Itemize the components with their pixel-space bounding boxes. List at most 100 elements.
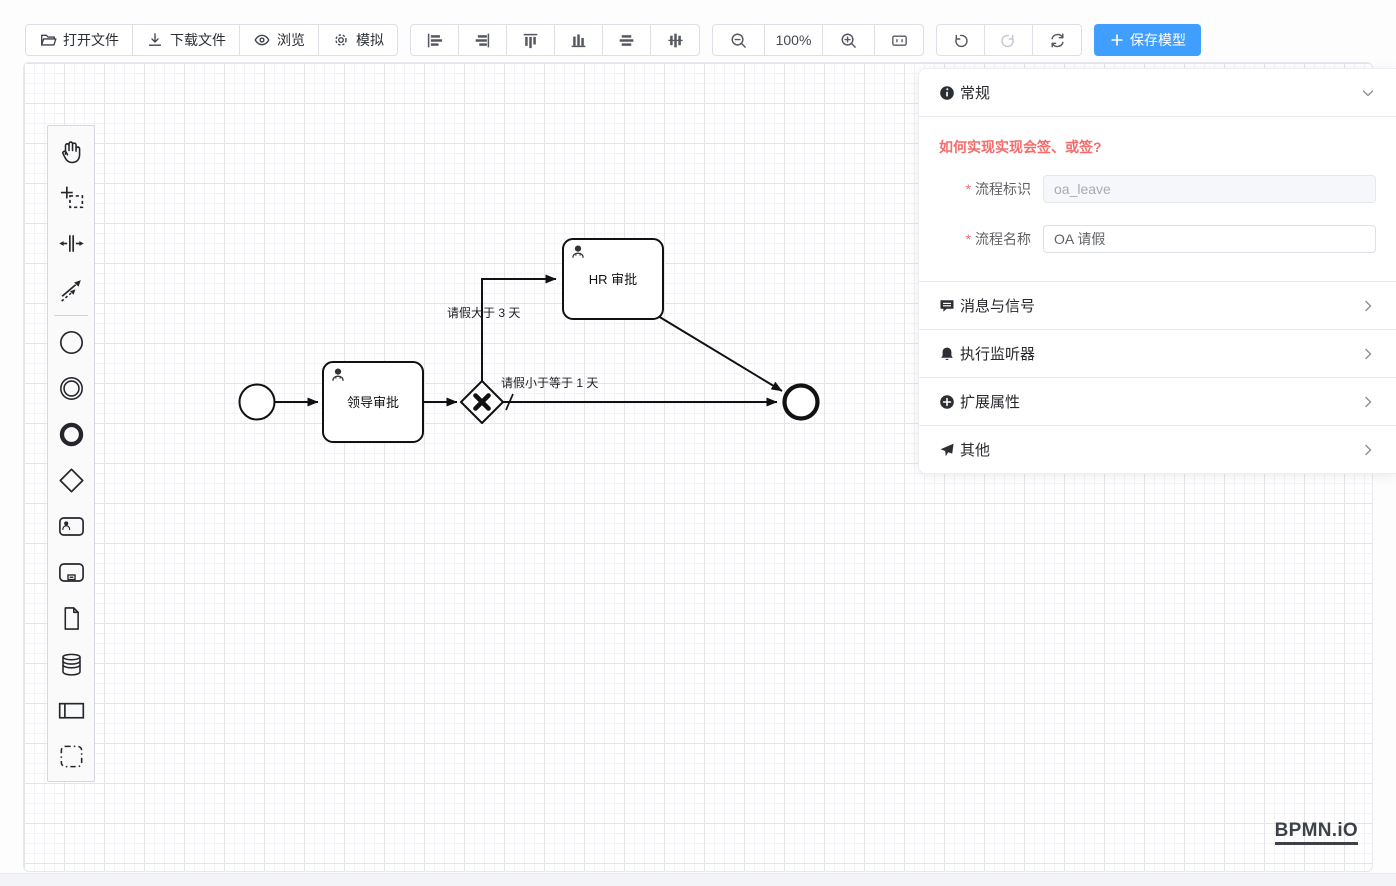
palette-lasso-tool[interactable] (48, 174, 94, 220)
participant-icon (57, 696, 86, 725)
align-bottom-icon (569, 31, 588, 50)
user-task-icon (57, 512, 86, 541)
align-left-icon (425, 31, 444, 50)
history-button-group (936, 24, 1082, 56)
align-button-group (410, 24, 700, 56)
eye-icon (253, 31, 271, 49)
start-event-node[interactable] (240, 385, 275, 420)
preview-label: 浏览 (277, 30, 305, 50)
palette-space-tool[interactable] (48, 220, 94, 266)
align-bottom-button[interactable] (555, 25, 603, 55)
palette-participant[interactable] (48, 687, 94, 733)
open-file-label: 打开文件 (63, 30, 119, 50)
section-other-title: 其他 (960, 439, 990, 460)
align-horizontal-center-button[interactable] (603, 25, 651, 55)
zoom-out-icon (729, 31, 748, 50)
zoom-button-group: 100% (712, 24, 924, 56)
preview-button[interactable]: 浏览 (240, 25, 319, 55)
flow-label-le1[interactable]: 请假小于等于 1 天 (501, 376, 598, 390)
section-general-header[interactable]: 常规 (919, 69, 1396, 117)
chevron-down-icon (1360, 85, 1376, 101)
palette-data-store[interactable] (48, 641, 94, 687)
chevron-right-icon (1360, 442, 1376, 458)
save-model-button[interactable]: 保存模型 (1094, 24, 1201, 56)
section-messages-signals-title: 消息与信号 (960, 295, 1035, 316)
section-execution-listeners-title: 执行监听器 (960, 343, 1035, 364)
undo-button[interactable] (937, 25, 985, 55)
zoom-in-button[interactable] (823, 25, 875, 55)
align-horizontal-center-icon (617, 31, 636, 50)
process-id-input[interactable] (1043, 175, 1376, 203)
chevron-right-icon (1360, 298, 1376, 314)
reset-zoom-icon (890, 31, 909, 50)
simulate-label: 模拟 (356, 30, 384, 50)
end-event-icon (57, 420, 86, 449)
chevron-right-icon (1360, 346, 1376, 362)
undo-icon (951, 31, 970, 50)
palette-exclusive-gateway[interactable] (48, 457, 94, 503)
process-id-row: 流程标识 (939, 175, 1376, 203)
align-vertical-center-button[interactable] (651, 25, 699, 55)
palette-subprocess[interactable] (48, 549, 94, 595)
reset-zoom-button[interactable] (875, 25, 923, 55)
section-messages-signals[interactable]: 消息与信号 (919, 281, 1396, 329)
user-task-leader-node[interactable]: 领导审批 (323, 362, 423, 442)
redo-button[interactable] (985, 25, 1033, 55)
gear-icon (332, 31, 350, 49)
palette-group[interactable] (48, 733, 94, 779)
toolbar: 打开文件 下载文件 浏览 模拟 (25, 24, 1371, 56)
section-execution-listeners[interactable]: 执行监听器 (919, 329, 1396, 377)
palette-hand-tool[interactable] (48, 128, 94, 174)
palette-divider (54, 315, 88, 316)
palette-intermediate-event[interactable] (48, 365, 94, 411)
open-file-button[interactable]: 打开文件 (26, 25, 133, 55)
process-name-input[interactable] (1043, 225, 1376, 253)
intermediate-event-icon (57, 374, 86, 403)
end-event-node[interactable] (785, 386, 818, 419)
user-task-hr-label: HR 审批 (589, 272, 637, 287)
download-file-label: 下载文件 (170, 30, 226, 50)
simulate-button[interactable]: 模拟 (319, 25, 397, 55)
folder-open-icon (39, 31, 57, 49)
flow-hr-to-end[interactable] (658, 316, 782, 391)
properties-panel: 常规 如何实现实现会签、或签? 流程标识 流程名称 消息与信号 执行监听器 (918, 68, 1396, 474)
flow-label-gt3[interactable]: 请假大于 3 天 (447, 306, 520, 320)
palette (47, 125, 95, 782)
palette-end-event[interactable] (48, 411, 94, 457)
restart-icon (1048, 31, 1067, 50)
hand-tool-icon (57, 137, 86, 166)
space-tool-icon (57, 229, 86, 258)
section-other[interactable]: 其他 (919, 425, 1396, 473)
flow-gateway-to-hr[interactable] (482, 279, 556, 381)
section-extended-attributes[interactable]: 扩展属性 (919, 377, 1396, 425)
palette-start-event[interactable] (48, 319, 94, 365)
align-top-icon (521, 31, 540, 50)
palette-data-object[interactable] (48, 595, 94, 641)
process-name-label: 流程名称 (939, 229, 1031, 249)
plus-circle-icon (939, 394, 955, 410)
section-extended-attributes-title: 扩展属性 (960, 391, 1020, 412)
gateway-icon (57, 466, 86, 495)
zoom-level: 100% (765, 25, 823, 55)
restart-button[interactable] (1033, 25, 1081, 55)
align-right-button[interactable] (459, 25, 507, 55)
process-name-row: 流程名称 (939, 225, 1376, 253)
comment-icon (939, 298, 955, 314)
page-footer (0, 873, 1396, 886)
bpmn-io-watermark[interactable]: BPMN.iO (1275, 821, 1358, 845)
download-file-button[interactable]: 下载文件 (133, 25, 240, 55)
align-right-icon (473, 31, 492, 50)
align-top-button[interactable] (507, 25, 555, 55)
global-connect-tool-icon (57, 275, 86, 304)
data-object-icon (57, 604, 86, 633)
zoom-out-button[interactable] (713, 25, 765, 55)
group-icon (57, 742, 86, 771)
section-general-title: 常规 (960, 82, 990, 103)
section-general-body: 如何实现实现会签、或签? 流程标识 流程名称 (919, 117, 1396, 281)
exclusive-gateway-node[interactable] (461, 381, 503, 423)
palette-user-task[interactable] (48, 503, 94, 549)
user-task-hr-node[interactable]: HR 审批 (563, 239, 663, 319)
palette-global-connect-tool[interactable] (48, 266, 94, 312)
align-left-button[interactable] (411, 25, 459, 55)
countersign-hint-link[interactable]: 如何实现实现会签、或签? (939, 137, 1376, 157)
